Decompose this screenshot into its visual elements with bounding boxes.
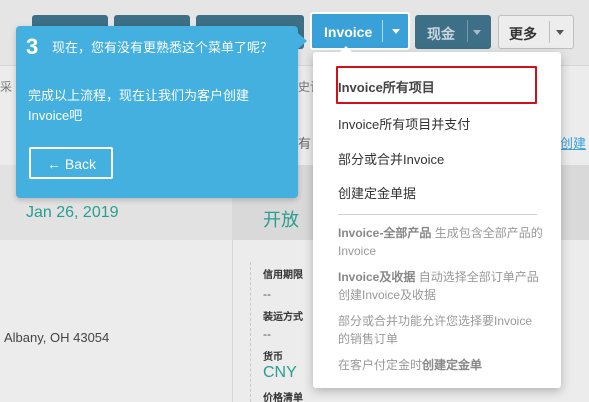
help-text-bold: 创建定金单 bbox=[422, 358, 483, 372]
menu-divider bbox=[338, 214, 537, 215]
menu-help-text: Invoice-全部产品 生成包含全部产品的Invoice bbox=[338, 224, 543, 260]
menu-caret bbox=[340, 46, 352, 52]
invoice-dropdown-menu: Invoice所有项目 Invoice所有项目并支付 部分或合并Invoice … bbox=[313, 46, 561, 388]
tour-step-number: 3 bbox=[26, 34, 39, 59]
tour-popover: 3 现在，您有没有更熟悉这个菜单了呢？ 完成以上流程，现在让我们为客户创建Inv… bbox=[16, 26, 298, 198]
menu-help-text: Invoice及收据 自动选择全部订单产品创建Invoice及收据 bbox=[338, 268, 543, 304]
back-button-label: ← Back bbox=[47, 156, 97, 172]
menu-item-create-deposit[interactable]: 创建定金单据 bbox=[338, 183, 416, 202]
menu-help-text: 部分或合并功能允许您选择要Invoice的销售订单 bbox=[338, 314, 533, 346]
tour-body: 完成以上流程，现在让我们为客户创建Invoice吧 bbox=[28, 88, 250, 123]
menu-help-text: 在客户付定金时创建定金单 bbox=[338, 356, 543, 374]
tour-pointer-arrow bbox=[298, 33, 307, 49]
menu-item-invoice-all-pay[interactable]: Invoice所有项目并支付 bbox=[338, 114, 470, 133]
menu-item-partial-invoice[interactable]: 部分或合并Invoice bbox=[338, 149, 444, 168]
help-text: 在客户付定金时 bbox=[338, 358, 423, 372]
back-button[interactable]: ← Back bbox=[29, 147, 113, 179]
tour-title: 现在，您有没有更熟悉这个菜单了呢？ bbox=[52, 40, 274, 55]
menu-item-invoice-all[interactable]: Invoice所有项目 bbox=[338, 77, 435, 96]
help-text-bold: Invoice及收据 bbox=[338, 270, 416, 284]
help-text-bold: Invoice-全部产品 bbox=[338, 226, 432, 240]
